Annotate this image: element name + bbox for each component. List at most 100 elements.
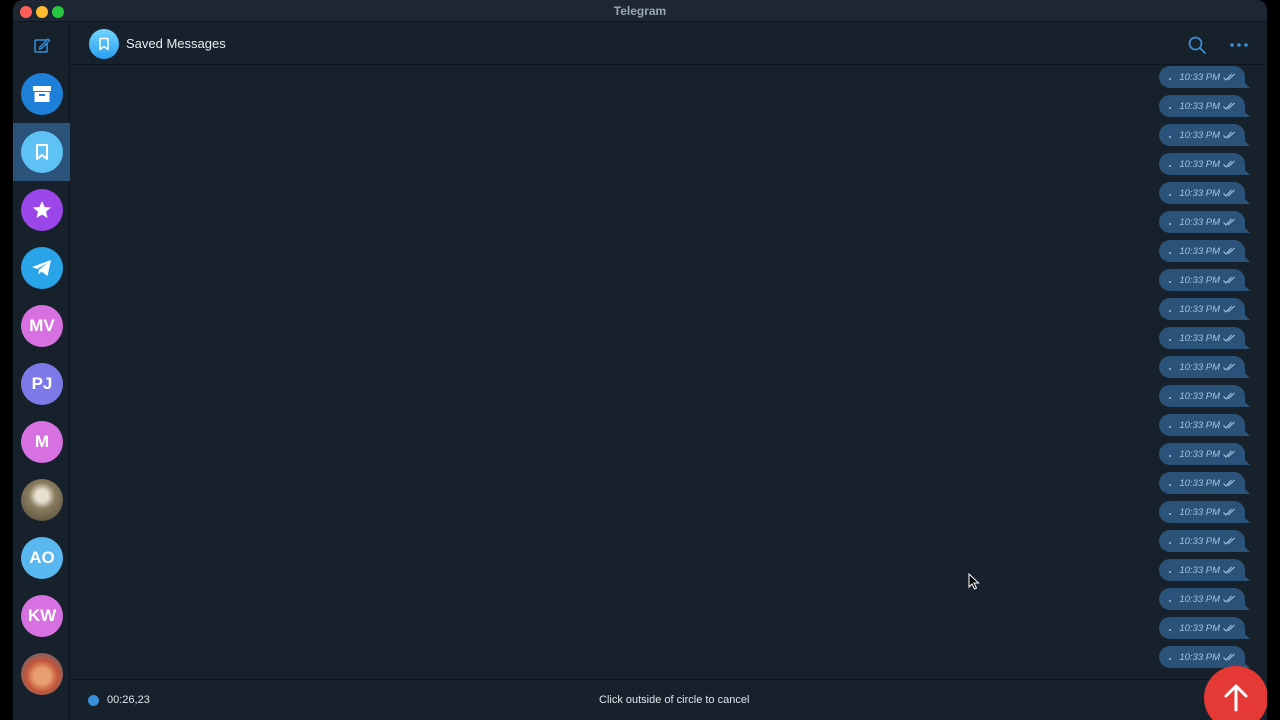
chat-avatar-pj[interactable]: PJ — [21, 363, 63, 405]
bookmark-icon — [99, 37, 109, 51]
archive-icon — [32, 85, 52, 103]
message-bubble[interactable]: 10:33 PM — [1159, 530, 1245, 552]
chat-avatar-photo-avatar-2[interactable] — [21, 653, 63, 695]
read-checkmarks-icon — [1223, 450, 1235, 458]
message-time: 10:33 PM — [1179, 506, 1220, 518]
message-time: 10:33 PM — [1179, 390, 1220, 402]
message-bubble[interactable]: 10:33 PM — [1159, 298, 1245, 320]
bookmark-icon — [35, 143, 49, 161]
minimize-window-button[interactable] — [36, 6, 48, 18]
voice-waveform-dot — [1169, 484, 1171, 486]
close-window-button[interactable] — [20, 6, 32, 18]
recording-indicator — [88, 695, 99, 706]
message-bubble[interactable]: 10:33 PM — [1159, 153, 1245, 175]
star-icon — [31, 199, 53, 221]
voice-waveform-dot — [1169, 397, 1171, 399]
message-time: 10:33 PM — [1179, 216, 1220, 228]
read-checkmarks-icon — [1223, 624, 1235, 632]
message-bubble[interactable]: 10:33 PM — [1159, 182, 1245, 204]
saved-messages-avatar[interactable] — [89, 29, 119, 59]
read-checkmarks-icon — [1223, 479, 1235, 487]
voice-waveform-dot — [1169, 426, 1171, 428]
message-time: 10:33 PM — [1179, 100, 1220, 112]
message-bubble[interactable]: 10:33 PM — [1159, 559, 1245, 581]
message-bubble[interactable]: 10:33 PM — [1159, 95, 1245, 117]
send-recording-button[interactable] — [1204, 666, 1267, 720]
title-bar: Telegram — [13, 0, 1267, 22]
chat-avatar-starred[interactable] — [21, 189, 63, 231]
message-time: 10:33 PM — [1179, 158, 1220, 170]
voice-waveform-dot — [1169, 223, 1171, 225]
read-checkmarks-icon — [1223, 566, 1235, 574]
message-bubble[interactable]: 10:33 PM — [1159, 646, 1245, 668]
chat-header: Saved Messages — [71, 23, 1267, 65]
chat-avatar-mv[interactable]: MV — [21, 305, 63, 347]
chat-avatar-m[interactable]: M — [21, 421, 63, 463]
chat-title[interactable]: Saved Messages — [126, 36, 226, 51]
read-checkmarks-icon — [1223, 276, 1235, 284]
chat-avatar-photo-avatar-1[interactable] — [21, 479, 63, 521]
read-checkmarks-icon — [1223, 392, 1235, 400]
telegram-window: Telegram MV PJ M AO KW Saved Messages 10:33 … — [13, 0, 1267, 720]
message-bubble[interactable]: 10:33 PM — [1159, 472, 1245, 494]
message-time: 10:33 PM — [1179, 187, 1220, 199]
message-bubble[interactable]: 10:33 PM — [1159, 356, 1245, 378]
voice-waveform-dot — [1169, 310, 1171, 312]
chat-avatar-ao[interactable]: AO — [21, 537, 63, 579]
read-checkmarks-icon — [1223, 595, 1235, 603]
chat-avatar-telegram[interactable] — [21, 247, 63, 289]
chat-sidebar: MV PJ M AO KW — [13, 23, 70, 720]
read-checkmarks-icon — [1223, 305, 1235, 313]
telegram-plane-icon — [30, 257, 54, 279]
message-time: 10:33 PM — [1179, 71, 1220, 83]
recording-timer: 00:26,23 — [107, 694, 150, 706]
read-checkmarks-icon — [1223, 131, 1235, 139]
avatar-initials: KW — [27, 606, 57, 625]
compose-icon[interactable] — [33, 36, 51, 54]
voice-waveform-dot — [1169, 542, 1171, 544]
message-bubble[interactable]: 10:33 PM — [1159, 124, 1245, 146]
message-list[interactable]: 10:33 PM 10:33 PM 10:33 PM 10:33 PM 10:33 PM… — [71, 66, 1267, 678]
chat-avatar-archive[interactable] — [21, 73, 63, 115]
voice-waveform-dot — [1169, 194, 1171, 196]
message-bubble[interactable]: 10:33 PM — [1159, 66, 1245, 88]
message-time: 10:33 PM — [1179, 593, 1220, 605]
message-bubble[interactable]: 10:33 PM — [1159, 617, 1245, 639]
maximize-window-button[interactable] — [52, 6, 64, 18]
read-checkmarks-icon — [1223, 189, 1235, 197]
voice-waveform-dot — [1169, 107, 1171, 109]
message-time: 10:33 PM — [1179, 245, 1220, 257]
chat-avatar-saved-messages[interactable] — [21, 131, 63, 173]
chat-avatar-kw[interactable]: KW — [21, 595, 63, 637]
message-time: 10:33 PM — [1179, 477, 1220, 489]
message-bubble[interactable]: 10:33 PM — [1159, 385, 1245, 407]
avatar-initials: AO — [29, 548, 55, 567]
voice-waveform-dot — [1169, 281, 1171, 283]
message-time: 10:33 PM — [1179, 361, 1220, 373]
search-icon[interactable] — [1187, 35, 1207, 55]
message-bubble[interactable]: 10:33 PM — [1159, 211, 1245, 233]
voice-waveform-dot — [1169, 600, 1171, 602]
message-bubble[interactable]: 10:33 PM — [1159, 588, 1245, 610]
voice-waveform-dot — [1169, 252, 1171, 254]
read-checkmarks-icon — [1223, 102, 1235, 110]
voice-waveform-dot — [1169, 571, 1171, 573]
message-bubble[interactable]: 10:33 PM — [1159, 269, 1245, 291]
message-time: 10:33 PM — [1179, 564, 1220, 576]
voice-waveform-dot — [1169, 368, 1171, 370]
message-time: 10:33 PM — [1179, 332, 1220, 344]
message-time: 10:33 PM — [1179, 129, 1220, 141]
read-checkmarks-icon — [1223, 334, 1235, 342]
message-bubble[interactable]: 10:33 PM — [1159, 327, 1245, 349]
read-checkmarks-icon — [1223, 73, 1235, 81]
arrow-up-icon — [1224, 684, 1248, 712]
message-bubble[interactable]: 10:33 PM — [1159, 443, 1245, 465]
message-bubble[interactable]: 10:33 PM — [1159, 240, 1245, 262]
voice-waveform-dot — [1169, 165, 1171, 167]
voice-waveform-dot — [1169, 513, 1171, 515]
more-icon[interactable] — [1229, 35, 1249, 55]
read-checkmarks-icon — [1223, 508, 1235, 516]
message-bubble[interactable]: 10:33 PM — [1159, 501, 1245, 523]
message-bubble[interactable]: 10:33 PM — [1159, 414, 1245, 436]
read-checkmarks-icon — [1223, 218, 1235, 226]
